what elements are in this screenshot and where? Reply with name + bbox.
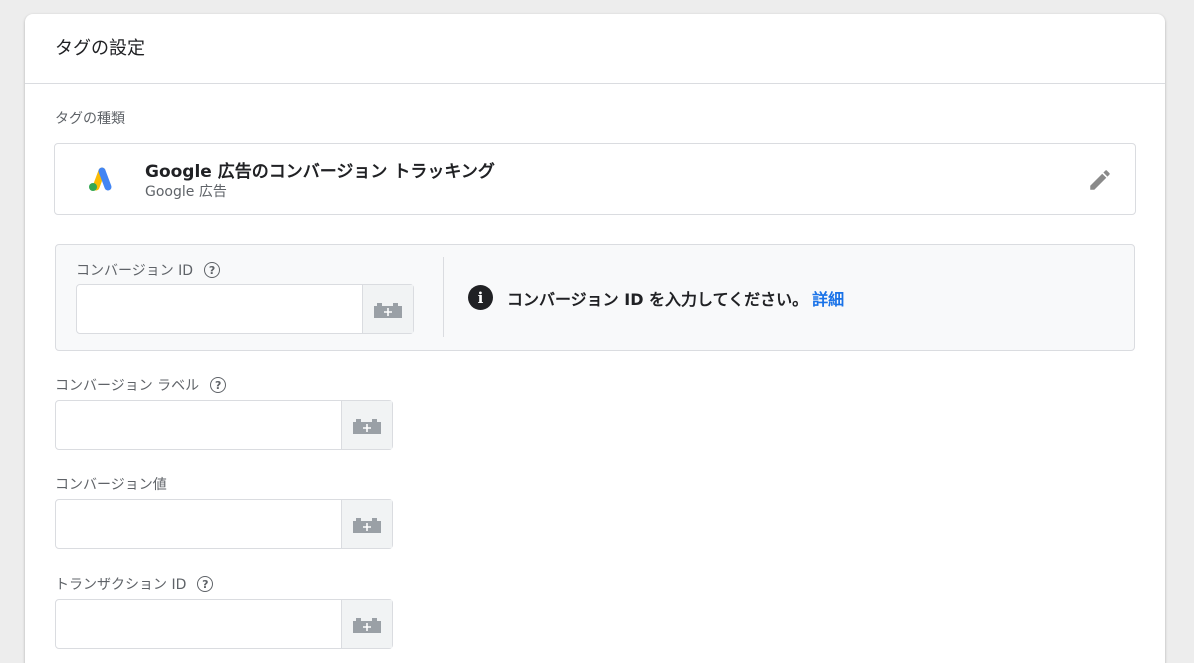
variable-picker-button[interactable] (362, 285, 413, 333)
conversion-label-label-text: コンバージョン ラベル (55, 378, 200, 394)
conversion-id-label: コンバージョン ID ? (76, 260, 221, 280)
variable-picker-button[interactable] (341, 401, 392, 449)
pencil-icon[interactable] (1087, 167, 1113, 193)
variable-brick-icon (353, 518, 381, 533)
tag-config-card: タグの設定 タグの種類 Google 広告のコンバージョン トラッキング Goo… (25, 14, 1165, 663)
help-icon[interactable]: ? (197, 576, 214, 592)
conversion-value-label-text: コンバージョン値 (55, 477, 167, 493)
conversion-label-input[interactable] (56, 401, 341, 449)
card-title: タグの設定 (55, 38, 145, 59)
conversion-id-input[interactable] (77, 285, 362, 333)
conversion-id-panel: コンバージョン ID ? i コンバージョン ID を入力してください。 詳細 (55, 244, 1135, 351)
card-header: タグの設定 (25, 14, 1165, 84)
help-icon[interactable]: ? (204, 262, 221, 278)
details-link[interactable]: 詳細 (812, 286, 844, 310)
info-message: i コンバージョン ID を入力してください。 詳細 (468, 285, 844, 310)
info-icon: i (468, 285, 493, 310)
conversion-id-group (76, 284, 414, 334)
conversion-label-group (55, 400, 393, 450)
variable-brick-icon (353, 618, 381, 633)
transaction-id-label-text: トランザクション ID (55, 577, 187, 593)
tag-type-label: タグの種類 (55, 111, 125, 127)
variable-picker-button[interactable] (341, 600, 392, 648)
variable-picker-button[interactable] (341, 500, 392, 548)
conversion-label-label: コンバージョン ラベル ? (55, 375, 227, 395)
conversion-value-group (55, 499, 393, 549)
google-ads-logo (89, 167, 112, 191)
help-icon[interactable]: ? (210, 377, 227, 393)
transaction-id-group (55, 599, 393, 649)
variable-brick-icon (353, 419, 381, 434)
panel-divider (443, 257, 444, 337)
tag-type-name: Google 広告のコンバージョン トラッキング (145, 162, 495, 182)
conversion-value-input[interactable] (56, 500, 341, 548)
tag-type-selector[interactable]: Google 広告のコンバージョン トラッキング Google 広告 (54, 143, 1136, 215)
tag-type-provider: Google 広告 (145, 184, 227, 200)
info-text: コンバージョン ID を入力してください。 (507, 289, 809, 309)
conversion-value-label: コンバージョン値 (55, 474, 167, 494)
transaction-id-input[interactable] (56, 600, 341, 648)
transaction-id-label: トランザクション ID ? (55, 574, 214, 594)
variable-brick-icon (374, 303, 402, 318)
conversion-id-label-text: コンバージョン ID (76, 263, 194, 279)
